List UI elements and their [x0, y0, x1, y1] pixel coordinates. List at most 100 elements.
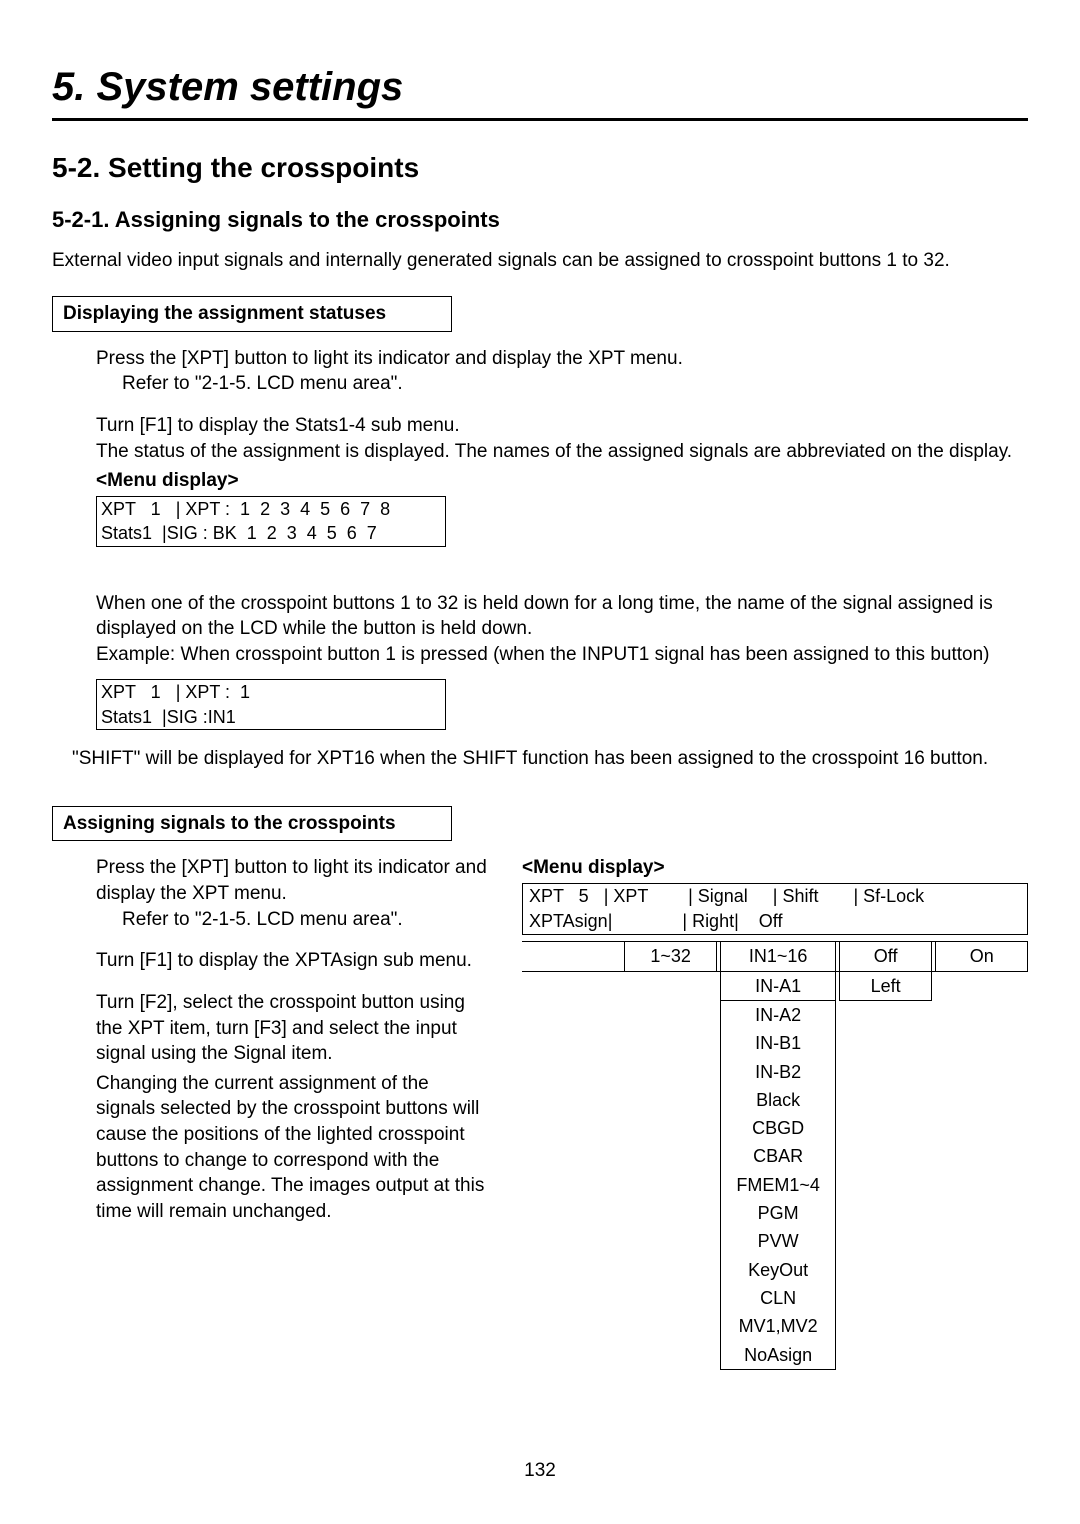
- options-row: CLN: [522, 1284, 1028, 1312]
- step-text: The status of the assignment is displaye…: [96, 439, 1028, 465]
- menu-display-label: <Menu display>: [522, 855, 1028, 881]
- cell-blank: [625, 1000, 716, 1029]
- options-row: IN-B2: [522, 1058, 1028, 1086]
- cell-shift-left: Left: [840, 971, 931, 1000]
- options-row: IN-B1: [522, 1029, 1028, 1057]
- options-header-row: 1~32 IN1~16 Off On: [522, 942, 1028, 971]
- cell-xpt-range: 1~32: [625, 942, 716, 971]
- lcd-line: XPT 1 | XPT : 1: [101, 682, 250, 702]
- cell-blank: [840, 1000, 931, 1029]
- cell-blank: [625, 1086, 716, 1114]
- cell-blank: [625, 1199, 716, 1227]
- cell-blank: [840, 1142, 931, 1170]
- lcd-line: Stats1 |SIG : BK 1 2 3 4 5 6 7: [101, 523, 377, 543]
- cell-blank: [936, 1029, 1028, 1057]
- cell-signal-option: KeyOut: [721, 1256, 835, 1284]
- page-number: 132: [0, 1458, 1080, 1484]
- cell-blank: [840, 1256, 931, 1284]
- lcd-line: XPTAsign| | Right| Off: [529, 911, 782, 931]
- cell-blank: [625, 1142, 716, 1170]
- box-displaying-statuses: Displaying the assignment statuses: [52, 296, 452, 332]
- options-row: CBGD: [522, 1114, 1028, 1142]
- cell-blank: [522, 1256, 625, 1284]
- cell-blank: [840, 1227, 931, 1255]
- lcd-line: Stats1 |SIG :IN1: [101, 707, 236, 727]
- step-text: Turn [F1] to display the Stats1-4 sub me…: [96, 413, 1028, 439]
- options-table: 1~32 IN1~16 Off On IN-A1LeftIN-A2IN-B1IN…: [522, 941, 1028, 1369]
- cell-blank: [522, 942, 625, 971]
- cell-blank: [840, 1341, 931, 1370]
- cell-blank: [625, 1284, 716, 1312]
- cell-blank: [522, 1000, 625, 1029]
- cell-blank: [625, 971, 716, 1000]
- subsection-title: 5-2-1. Assigning signals to the crosspoi…: [52, 205, 1028, 235]
- cell-blank: [936, 1000, 1028, 1029]
- cell-blank: [625, 1256, 716, 1284]
- cell-blank: [522, 1058, 625, 1086]
- cell-blank: [840, 1199, 931, 1227]
- options-row: IN-A2: [522, 1000, 1028, 1029]
- cell-blank: [936, 1341, 1028, 1370]
- cell-signal-option: MV1,MV2: [721, 1312, 835, 1340]
- cell-blank: [522, 971, 625, 1000]
- cell-blank: [625, 1227, 716, 1255]
- options-row: FMEM1~4: [522, 1171, 1028, 1199]
- cell-blank: [522, 1171, 625, 1199]
- cell-blank: [840, 1171, 931, 1199]
- cell-signal-option: IN-A1: [721, 971, 835, 1000]
- cell-signal-option: IN-B2: [721, 1058, 835, 1086]
- cell-blank: [625, 1312, 716, 1340]
- cell-blank: [522, 1312, 625, 1340]
- step-text: Press the [XPT] button to light its indi…: [96, 855, 492, 906]
- options-row: NoAsign: [522, 1341, 1028, 1370]
- note-shift: "SHIFT" will be displayed for XPT16 when…: [52, 746, 1028, 772]
- box-assigning-signals: Assigning signals to the crosspoints: [52, 806, 452, 842]
- cell-blank: [936, 971, 1028, 1000]
- cell-blank: [936, 1284, 1028, 1312]
- cell-signal-option: FMEM1~4: [721, 1171, 835, 1199]
- cell-blank: [625, 1114, 716, 1142]
- cell-blank: [840, 1058, 931, 1086]
- options-row: KeyOut: [522, 1256, 1028, 1284]
- cell-signal-option: Black: [721, 1086, 835, 1114]
- cell-blank: [936, 1227, 1028, 1255]
- cell-signal-option: CLN: [721, 1284, 835, 1312]
- lcd-line: XPT 1 | XPT : 1 2 3 4 5 6 7 8: [101, 499, 390, 519]
- cell-signal-option: NoAsign: [721, 1341, 835, 1370]
- step-turn-f2-f3: Turn [F2], select the crosspoint button …: [52, 990, 492, 1067]
- cell-blank: [840, 1114, 931, 1142]
- note-line: Example: When crosspoint button 1 is pre…: [96, 644, 990, 665]
- cell-signal-option: IN-A2: [721, 1000, 835, 1029]
- step-press-xpt-1: Press the [XPT] button to light its indi…: [52, 346, 1028, 397]
- cell-blank: [625, 1171, 716, 1199]
- step-change-assignment: Changing the current assignment of the s…: [52, 1071, 492, 1225]
- cell-signal-option: CBGD: [721, 1114, 835, 1142]
- lcd-line: XPT 5 | XPT | Signal | Shift | Sf-Lock: [529, 886, 924, 906]
- cell-blank: [936, 1114, 1028, 1142]
- cell-signal-option: CBAR: [721, 1142, 835, 1170]
- step-turn-f1-xptasign: Turn [F1] to display the XPTAsign sub me…: [52, 948, 492, 974]
- step-text: Press the [XPT] button to light its indi…: [96, 346, 1028, 372]
- note-text: When one of the crosspoint buttons 1 to …: [96, 591, 1028, 668]
- cell-blank: [522, 1114, 625, 1142]
- cell-blank: [522, 1341, 625, 1370]
- cell-blank: [522, 1199, 625, 1227]
- cell-blank: [522, 1284, 625, 1312]
- step-ref: Refer to "2-1-5. LCD menu area".: [96, 371, 1028, 397]
- cell-blank: [840, 1086, 931, 1114]
- cell-signal-range: IN1~16: [721, 942, 835, 971]
- cell-blank: [936, 1312, 1028, 1340]
- cell-blank: [522, 1142, 625, 1170]
- note-held-button: When one of the crosspoint buttons 1 to …: [52, 591, 1028, 731]
- cell-blank: [936, 1256, 1028, 1284]
- cell-blank: [522, 1227, 625, 1255]
- cell-blank: [936, 1142, 1028, 1170]
- cell-signal-option: PVW: [721, 1227, 835, 1255]
- cell-blank: [936, 1199, 1028, 1227]
- cell-blank: [625, 1058, 716, 1086]
- lcd-display-stats: XPT 1 | XPT : 1 2 3 4 5 6 7 8 Stats1 |SI…: [96, 496, 446, 547]
- cell-blank: [522, 1029, 625, 1057]
- step-ref: Refer to "2-1-5. LCD menu area".: [96, 907, 492, 933]
- options-row: PGM: [522, 1199, 1028, 1227]
- cell-blank: [625, 1341, 716, 1370]
